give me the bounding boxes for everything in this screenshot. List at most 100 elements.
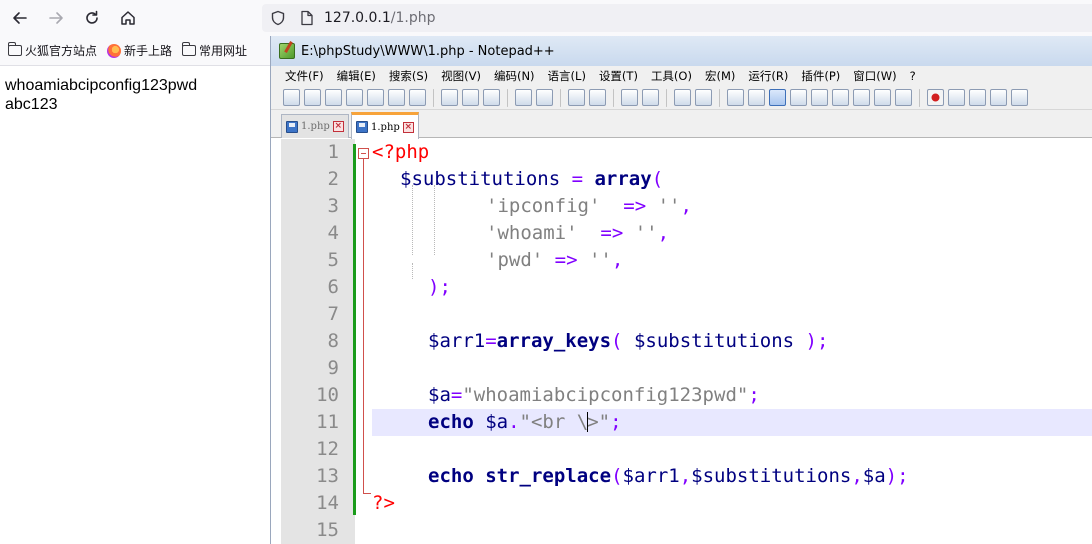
zoom-in-icon[interactable] (621, 89, 638, 106)
menu-search[interactable]: 搜索(S) (389, 68, 428, 84)
bookmark-firefox-official[interactable]: 火狐官方站点 (8, 42, 97, 59)
fold-collapse-icon[interactable] (358, 148, 369, 159)
code-token: ( (611, 330, 634, 352)
php-open-tag: <?php (372, 141, 430, 163)
sync-horizontal-icon[interactable] (695, 89, 712, 106)
word-wrap-icon[interactable] (727, 89, 744, 106)
show-all-chars-icon[interactable] (748, 89, 765, 106)
indent-guide-icon[interactable] (769, 89, 786, 106)
code-area[interactable]: <?php $substitutions = array( 'ipconfig'… (372, 139, 1092, 544)
toolbar-divider (719, 88, 720, 107)
code-token: , (679, 465, 692, 487)
code-token: ( (651, 168, 664, 190)
close-tab-icon[interactable]: × (332, 121, 344, 132)
close-tab-icon[interactable]: × (402, 121, 414, 133)
bookmarks-bar: 火狐官方站点 新手上路 常用网址 (0, 36, 270, 66)
sync-vertical-icon[interactable] (674, 89, 691, 106)
line-number: 2 (327, 168, 339, 190)
monitor-icon[interactable] (895, 89, 912, 106)
copy-icon[interactable] (462, 89, 479, 106)
menu-encoding[interactable]: 编码(N) (494, 68, 535, 84)
code-token: => (600, 195, 658, 217)
line-number: 14 (316, 492, 339, 514)
menu-language[interactable]: 语言(L) (548, 68, 586, 84)
code-token: echo (428, 411, 474, 433)
menu-run[interactable]: 运行(R) (748, 68, 788, 84)
line-number: 15 (316, 519, 339, 541)
undo-icon[interactable] (515, 89, 532, 106)
cut-icon[interactable] (441, 89, 458, 106)
save-all-icon[interactable] (346, 89, 363, 106)
stop-macro-icon[interactable] (948, 89, 965, 106)
tab-1php-active[interactable]: 1.php × (351, 112, 419, 139)
code-token: $substitutions (400, 168, 561, 190)
redo-icon[interactable] (536, 89, 553, 106)
shield-icon[interactable] (270, 10, 286, 26)
bookmark-common-sites[interactable]: 常用网址 (182, 42, 247, 59)
indent-guide (434, 185, 435, 255)
menu-help[interactable]: ? (910, 69, 916, 83)
play-macro-icon[interactable] (969, 89, 986, 106)
code-token: $arr1 (622, 465, 680, 487)
reload-icon (86, 10, 98, 24)
udl-icon[interactable] (790, 89, 807, 106)
zoom-out-icon[interactable] (642, 89, 659, 106)
save-icon[interactable] (325, 89, 342, 106)
page-content: whoamiabcipconfig123pwd abc123 (5, 76, 197, 114)
window-title-bar[interactable]: E:\phpStudy\WWW\1.php - Notepad++ (271, 36, 1092, 66)
doc-map-icon[interactable] (811, 89, 828, 106)
home-button[interactable] (116, 6, 140, 30)
line-number: 6 (327, 276, 339, 298)
new-file-icon[interactable] (283, 89, 300, 106)
line-number: 10 (316, 384, 339, 406)
code-editor[interactable]: 1 2 3 4 5 6 7 8 9 10 11 12 13 14 15 <?ph… (271, 139, 1092, 544)
menu-tools[interactable]: 工具(O) (651, 68, 692, 84)
line-number: 12 (316, 438, 339, 460)
menu-edit[interactable]: 编辑(E) (337, 68, 376, 84)
code-line-14: ?> (372, 490, 395, 517)
replace-icon[interactable] (589, 89, 606, 106)
close-all-icon[interactable] (388, 89, 405, 106)
toolbar-divider (613, 88, 614, 107)
tab-1php-inactive[interactable]: 1.php × (281, 114, 349, 138)
indent-guide (412, 263, 413, 279)
menu-settings[interactable]: 设置(T) (599, 68, 638, 84)
folder-icon (8, 42, 22, 56)
open-file-icon[interactable] (304, 89, 321, 106)
record-macro-icon[interactable] (927, 89, 944, 106)
code-token: ); (794, 330, 829, 352)
menu-plugins[interactable]: 插件(P) (801, 68, 840, 84)
menu-window[interactable]: 窗口(W) (853, 68, 896, 84)
code-token: ; (748, 384, 760, 406)
find-icon[interactable] (568, 89, 585, 106)
browser-nav-bar: 127.0.0.1/1.php (0, 0, 1092, 36)
line-number: 7 (327, 303, 339, 325)
reload-button[interactable] (80, 6, 104, 30)
paste-icon[interactable] (483, 89, 500, 106)
run-macro-multiple-icon[interactable] (990, 89, 1007, 106)
line-number: 11 (316, 411, 339, 433)
back-button[interactable] (8, 6, 32, 30)
folder-workspace-icon[interactable] (874, 89, 891, 106)
code-line-5: 'pwd' => '', (486, 247, 623, 274)
close-icon[interactable] (367, 89, 384, 106)
bookmark-getting-started[interactable]: 新手上路 (107, 42, 172, 59)
bookmark-label: 常用网址 (199, 44, 248, 58)
url-bar[interactable]: 127.0.0.1/1.php (262, 4, 1092, 32)
function-list-icon[interactable] (853, 89, 870, 106)
menu-view[interactable]: 视图(V) (441, 68, 481, 84)
change-history-bar (353, 144, 356, 515)
forward-button[interactable] (44, 6, 68, 30)
save-macro-icon[interactable] (1011, 89, 1028, 106)
menu-file[interactable]: 文件(F) (285, 68, 324, 84)
menu-macro[interactable]: 宏(M) (705, 68, 735, 84)
output-line: whoamiabcipconfig123pwd (5, 77, 198, 94)
toolbar-divider (507, 88, 508, 107)
line-number: 5 (327, 249, 339, 271)
toolbar (271, 86, 1092, 110)
folder-icon (182, 42, 197, 56)
doc-list-icon[interactable] (832, 89, 849, 106)
url-text: 127.0.0.1/1.php (324, 10, 436, 26)
print-icon[interactable] (409, 89, 426, 106)
toolbar-divider (919, 88, 920, 107)
